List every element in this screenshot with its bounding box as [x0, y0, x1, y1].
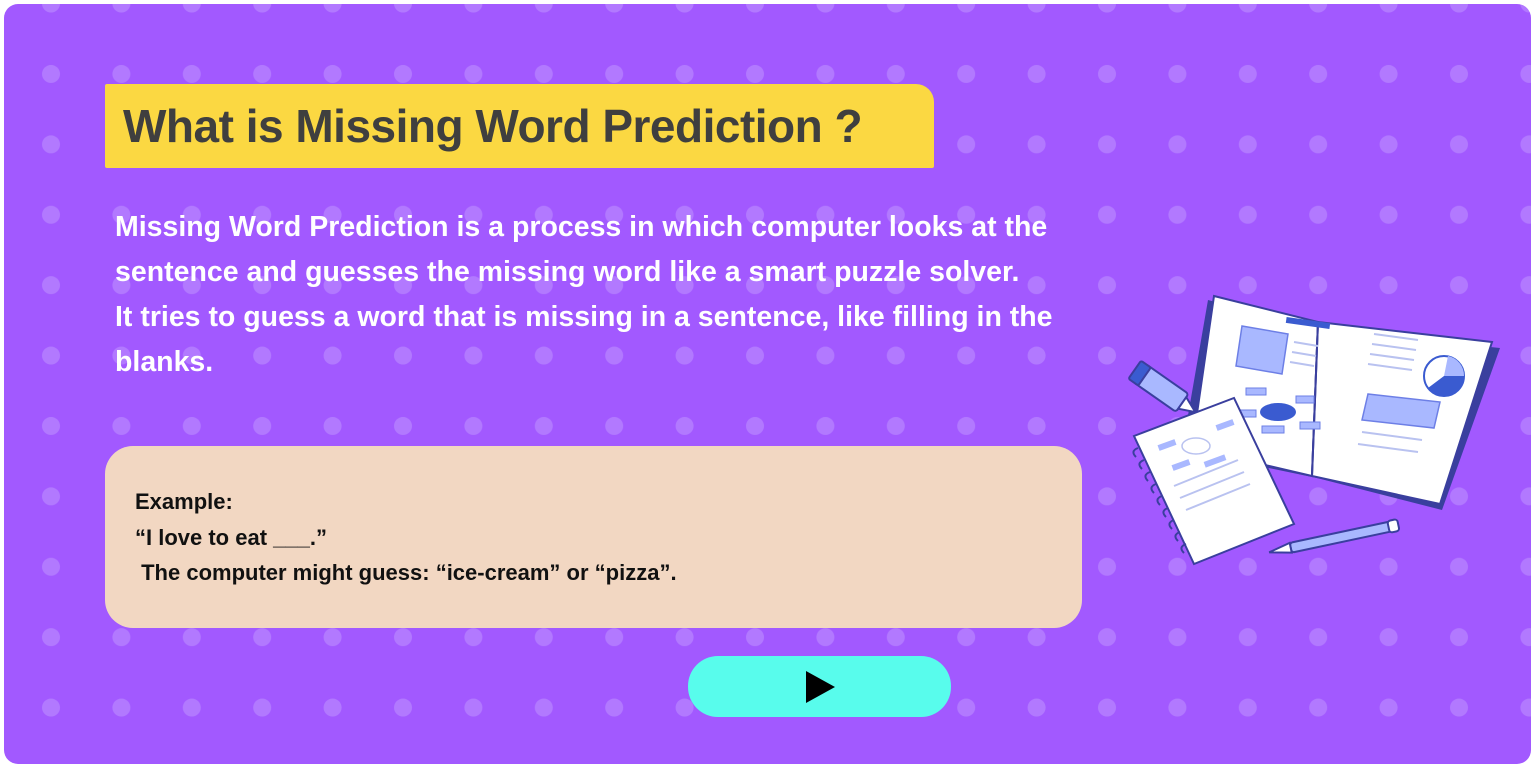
example-box: Example: “I love to eat ___.” The comput…: [105, 446, 1082, 628]
description-line: Missing Word Prediction is a process in …: [115, 211, 1048, 243]
book-notebook-illustration: [1128, 294, 1500, 566]
play-button[interactable]: [688, 656, 951, 717]
description-line: blanks.: [115, 346, 214, 378]
example-sentence: “I love to eat ___.”: [135, 524, 327, 550]
description-paragraph: Missing Word Prediction is a process in …: [115, 205, 1125, 385]
description-line: sentence and guesses the missing word li…: [115, 256, 1020, 288]
description-line: It tries to guess a word that is missing…: [115, 301, 1053, 333]
play-icon: [805, 670, 835, 703]
title-banner: What is Missing Word Prediction ?: [105, 84, 934, 168]
page-title: What is Missing Word Prediction ?: [123, 100, 863, 152]
example-guess: The computer might guess: “ice-cream” or…: [135, 560, 677, 585]
example-label: Example:: [135, 489, 233, 514]
lesson-card: What is Missing Word Prediction ? Missin…: [4, 4, 1531, 764]
